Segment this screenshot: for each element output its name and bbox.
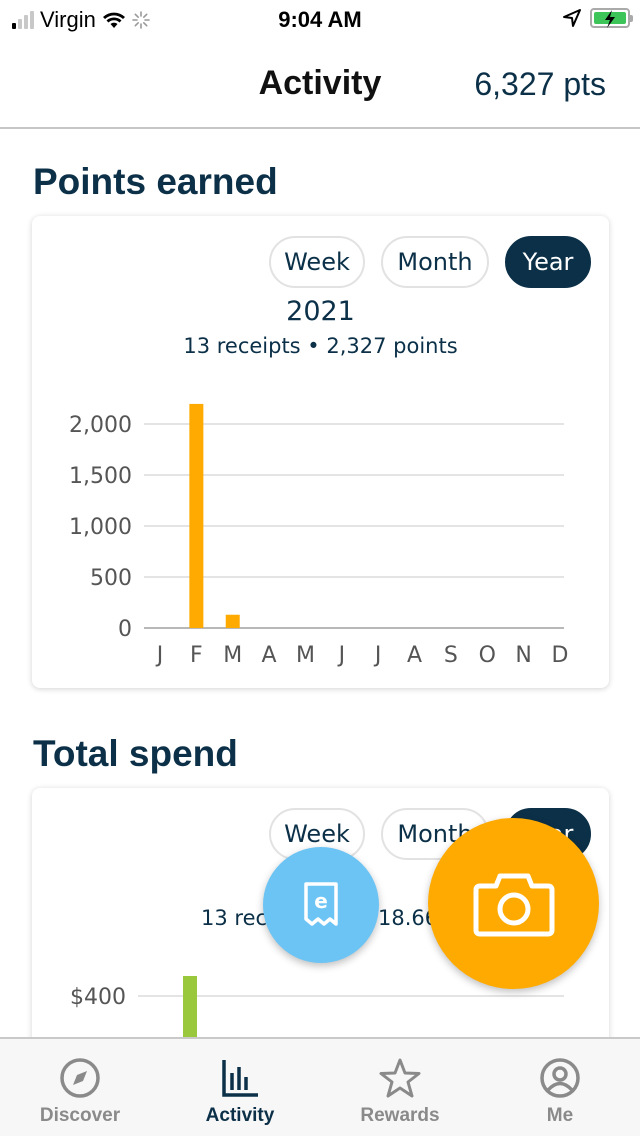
x-tick-label: M — [296, 643, 315, 668]
x-tick-label: J — [155, 643, 164, 668]
tab-rewards[interactable]: Rewards — [320, 1039, 480, 1136]
x-tick-label: N — [515, 643, 531, 668]
x-tick-label: A — [407, 643, 422, 668]
compass-icon — [60, 1058, 100, 1098]
x-tick-label: A — [262, 643, 277, 668]
x-tick-label: J — [373, 643, 382, 668]
tab-me[interactable]: Me — [480, 1039, 640, 1136]
status-right — [562, 8, 633, 28]
points-earned-title: Points earned — [33, 161, 278, 202]
tab-discover[interactable]: Discover — [0, 1039, 160, 1136]
tab-activity[interactable]: Activity — [160, 1039, 320, 1136]
y-tick-label: 0 — [118, 617, 132, 642]
x-tick-label: D — [552, 643, 569, 668]
points-balance[interactable]: 6,327 pts — [474, 66, 606, 103]
y-tick-label: 2,000 — [69, 413, 132, 438]
x-tick-label: M — [223, 643, 242, 668]
e-receipt-icon: e — [304, 882, 338, 926]
battery-charging-icon — [590, 8, 633, 28]
status-bar: Virgin 9:04 AM — [0, 0, 640, 40]
y-tick-label: 1,500 — [69, 464, 132, 489]
bar — [189, 403, 204, 628]
x-tick-label: O — [479, 643, 496, 668]
tab-label: Me — [546, 1105, 574, 1126]
bar — [225, 614, 240, 628]
tab-label: Rewards — [360, 1105, 440, 1126]
y-tick-label: 500 — [90, 566, 132, 591]
y-tick-label: $400 — [70, 985, 126, 1010]
bar-chart-icon — [222, 1060, 258, 1097]
points-chart: 05001,0001,5002,000J F M A M J J A S O N D — [69, 403, 569, 668]
nav-header: Activity 6,327 pts — [0, 40, 640, 129]
scan-receipt-camera-button[interactable] — [428, 818, 599, 989]
y-tick-label: 1,000 — [69, 515, 132, 540]
camera-icon — [473, 873, 554, 936]
x-tick-label: J — [337, 643, 346, 668]
e-receipt-button[interactable]: e — [263, 847, 379, 963]
user-circle-icon — [540, 1058, 580, 1098]
tab-bar: Discover Activity Rewards Me — [0, 1037, 640, 1136]
points-earned-card: Week Month Year 2021 13 receipts • 2,327… — [32, 216, 609, 688]
status-time: 9:04 AM — [278, 7, 362, 32]
total-spend-title: Total spend — [33, 733, 238, 774]
tab-label: Activity — [205, 1105, 275, 1126]
star-icon — [379, 1058, 421, 1098]
tab-label: Discover — [39, 1105, 121, 1126]
x-tick-label: S — [444, 643, 458, 668]
location-arrow-icon — [563, 9, 581, 27]
x-tick-label: F — [190, 643, 203, 668]
svg-text:e: e — [314, 889, 328, 913]
